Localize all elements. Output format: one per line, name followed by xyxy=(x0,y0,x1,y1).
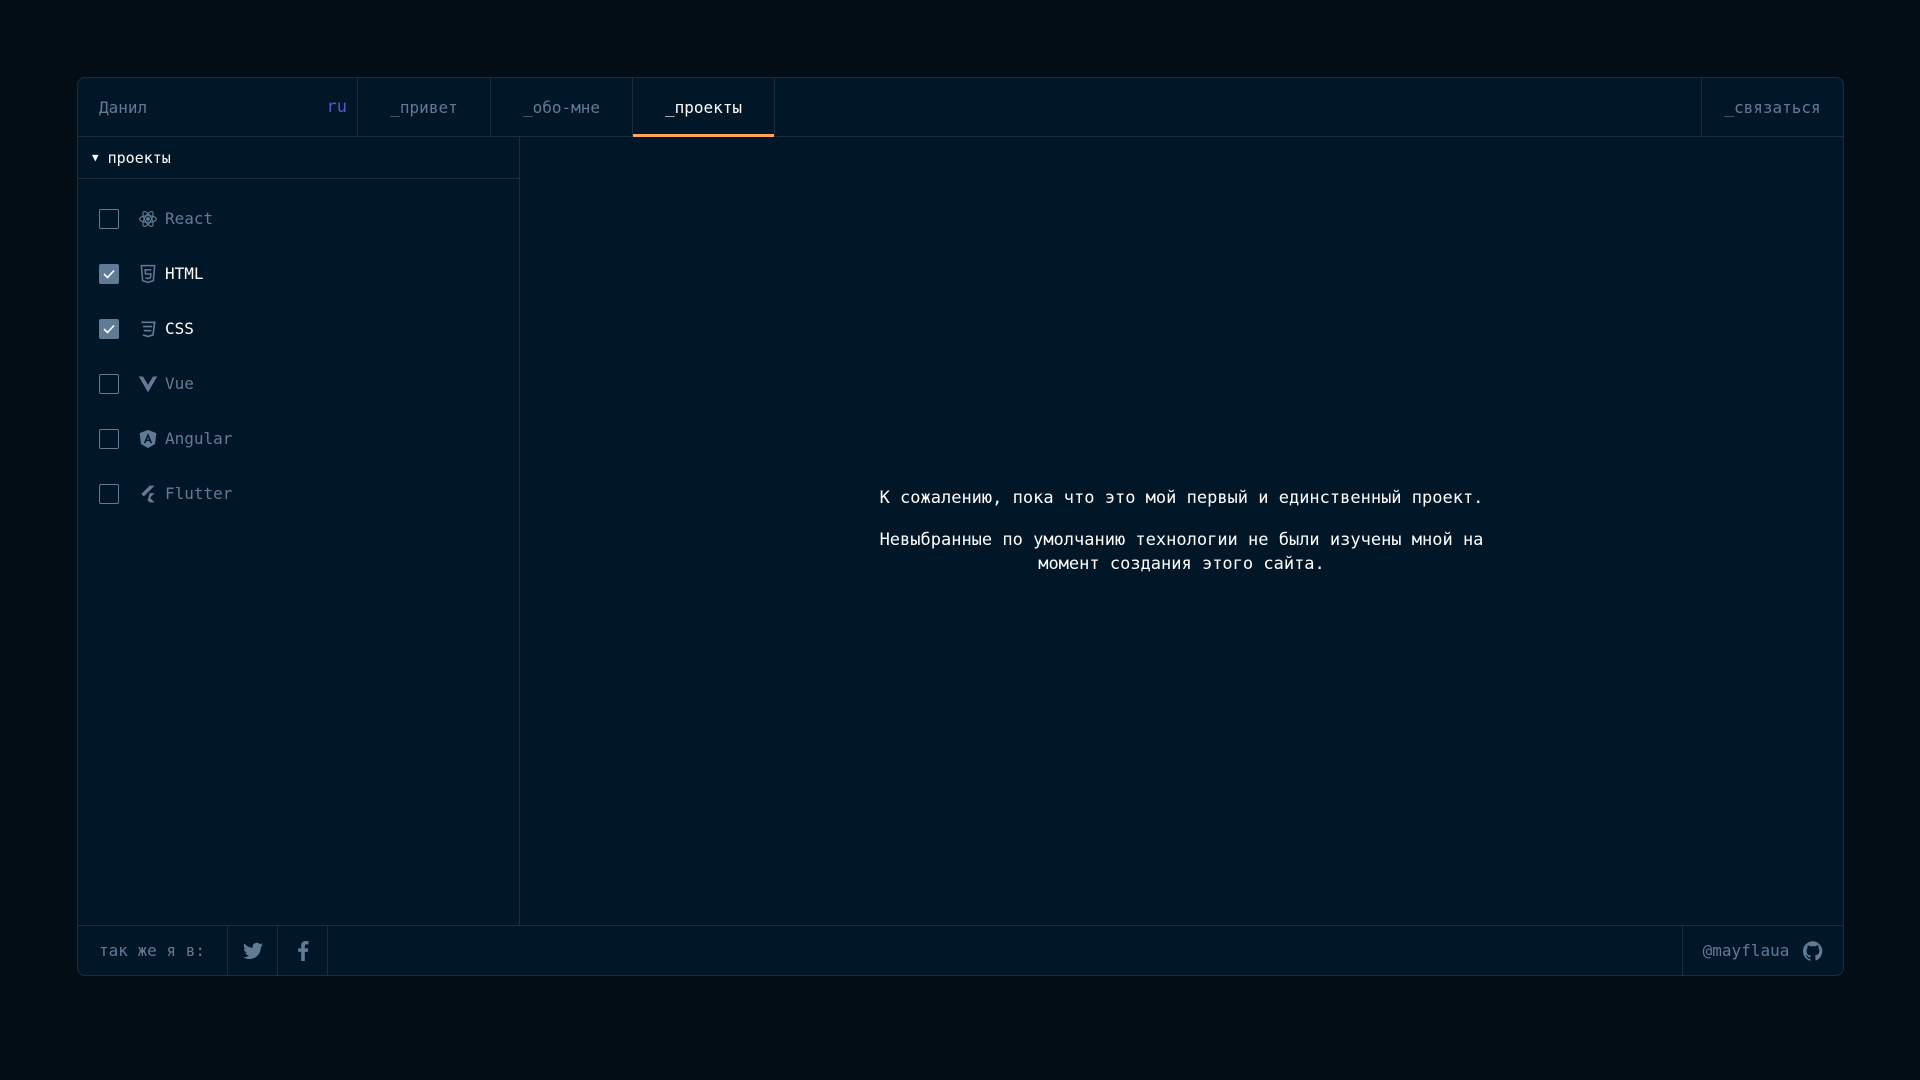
projects-section-toggle[interactable]: ▼ проекты xyxy=(78,137,519,179)
checkmark-icon xyxy=(103,324,115,334)
filter-label: CSS xyxy=(165,319,194,338)
tab-projects[interactable]: _проекты xyxy=(633,78,775,137)
github-username: @mayflaua xyxy=(1702,941,1790,960)
filter-label: React xyxy=(165,209,214,228)
filter-html[interactable]: HTML xyxy=(78,246,519,301)
filter-label: Angular xyxy=(165,429,233,448)
html5-icon xyxy=(137,263,159,285)
tab-contact[interactable]: _связаться xyxy=(1701,78,1843,136)
css3-icon xyxy=(137,318,159,340)
checkbox[interactable] xyxy=(99,318,119,339)
checkbox[interactable] xyxy=(99,263,119,284)
angular-icon xyxy=(137,428,159,450)
top-nav: Данил ru _привет _обо-мне _проекты _связ… xyxy=(78,78,1843,137)
note-message: Невыбранные по умолчанию технологии не б… xyxy=(879,530,1484,574)
github-link[interactable]: @mayflaua xyxy=(1682,926,1843,975)
filter-flutter[interactable]: Flutter xyxy=(78,466,519,521)
footer: так же я в: @mayflaua xyxy=(78,925,1843,975)
github-icon xyxy=(1803,940,1823,961)
checkbox[interactable] xyxy=(99,428,119,449)
react-icon xyxy=(137,208,159,230)
tab-hello[interactable]: _привет xyxy=(358,78,491,136)
flutter-icon xyxy=(137,483,159,505)
checkbox[interactable] xyxy=(99,373,119,394)
tech-filter-list: React HTML CSS Vue Angular Flutter xyxy=(78,179,519,521)
twitter-link[interactable] xyxy=(228,926,278,975)
empty-message: К сожалению, пока что это мой первый и е… xyxy=(879,488,1484,508)
facebook-link[interactable] xyxy=(278,926,328,975)
checkbox[interactable] xyxy=(99,483,119,504)
brand: Данил ru xyxy=(78,78,358,136)
projects-content: К сожалению, пока что это мой первый и е… xyxy=(520,137,1843,925)
filter-label: Vue xyxy=(165,374,194,393)
checkmark-icon xyxy=(103,269,115,279)
footer-spacer xyxy=(328,926,1682,975)
filter-react[interactable]: React xyxy=(78,191,519,246)
sidebar: ▼ проекты React HTML CSS Vue Angular Flu… xyxy=(78,137,520,925)
filter-css[interactable]: CSS xyxy=(78,301,519,356)
follow-label: так же я в: xyxy=(78,926,228,975)
caret-down-icon: ▼ xyxy=(92,151,99,164)
filter-angular[interactable]: Angular xyxy=(78,411,519,466)
filter-label: HTML xyxy=(165,264,204,283)
filter-label: Flutter xyxy=(165,484,233,503)
language-switch[interactable]: ru xyxy=(327,97,347,117)
section-title: проекты xyxy=(107,148,171,167)
app-window: Данил ru _привет _обо-мне _проекты _связ… xyxy=(77,77,1844,976)
vue-icon xyxy=(137,373,159,395)
twitter-icon xyxy=(242,942,263,959)
tab-about-me[interactable]: _обо-мне xyxy=(491,78,633,136)
facebook-icon xyxy=(297,940,308,961)
checkbox[interactable] xyxy=(99,208,119,229)
owner-name: Данил xyxy=(99,97,148,117)
filter-vue[interactable]: Vue xyxy=(78,356,519,411)
